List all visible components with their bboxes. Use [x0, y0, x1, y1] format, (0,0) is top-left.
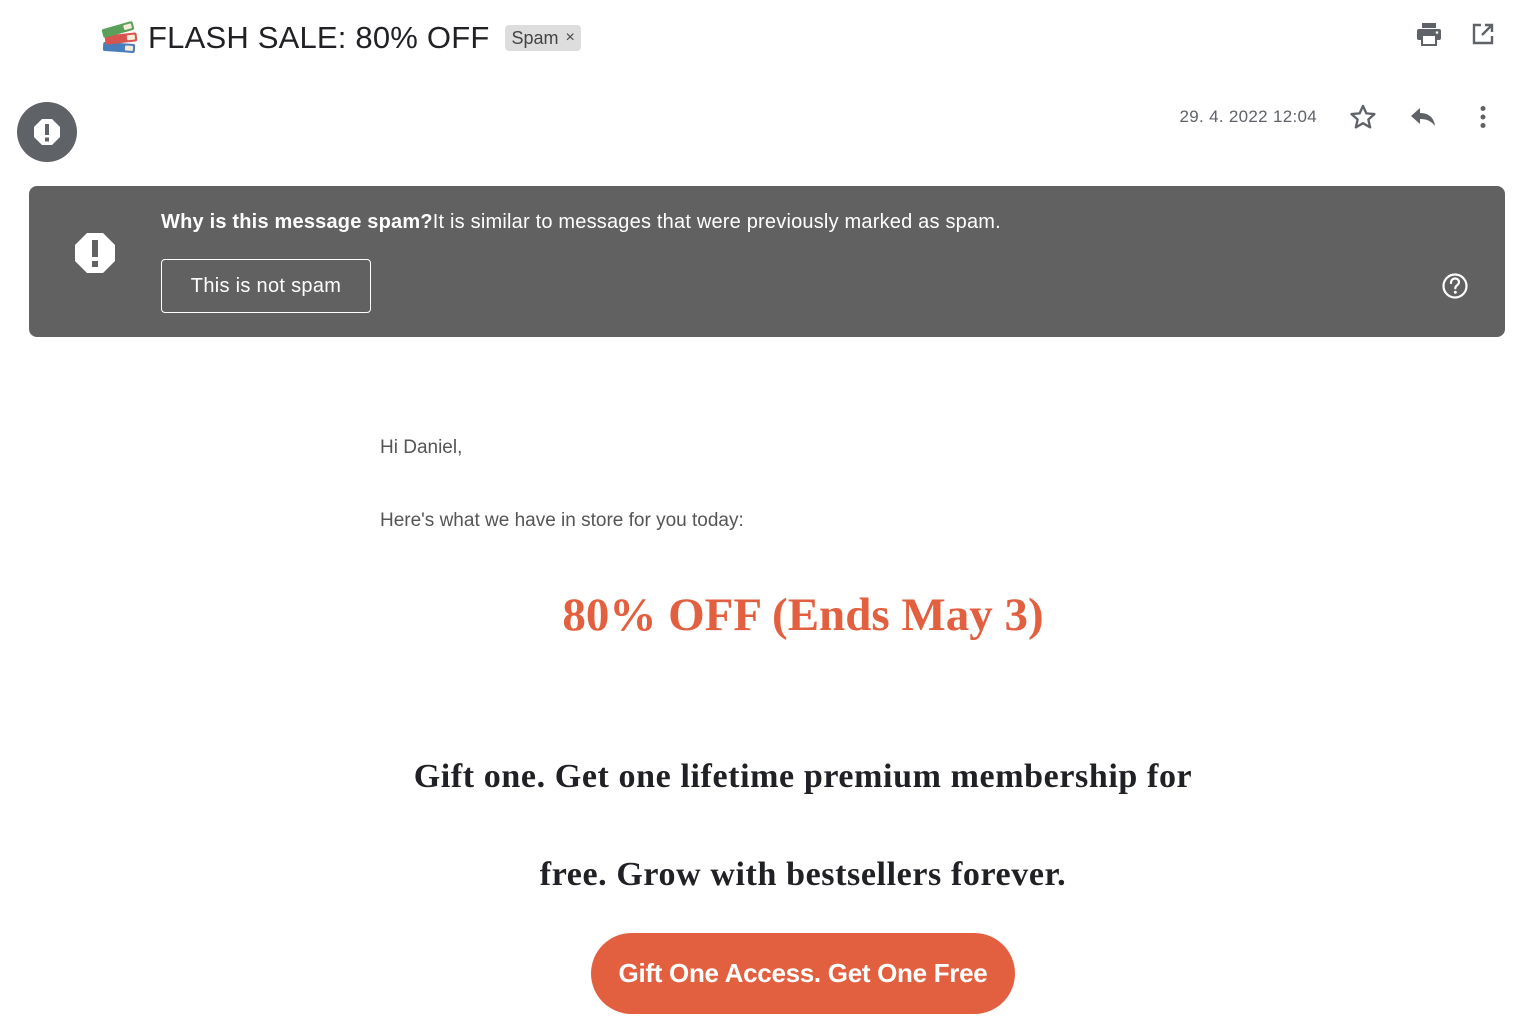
star-outline-icon[interactable]: [1349, 103, 1377, 131]
spam-warning-banner: Why is this message spam?It is similar t…: [29, 186, 1505, 337]
gift-access-button[interactable]: Gift One Access. Get One Free: [591, 933, 1015, 1014]
spam-label-chip[interactable]: Spam ×: [505, 25, 581, 51]
email-subject: FLASH SALE: 80% OFF: [148, 20, 490, 55]
open-in-new-icon[interactable]: [1469, 20, 1497, 48]
message-date: 29. 4. 2022 12:04: [1179, 107, 1317, 126]
promo-text: Gift one. Get one lifetime premium membe…: [413, 758, 1193, 893]
spam-reason: It is similar to messages that were prev…: [432, 211, 1001, 233]
email-intro: Here's what we have in store for you tod…: [380, 510, 744, 531]
email-greeting: Hi Daniel,: [380, 437, 463, 458]
books-icon: [100, 18, 140, 58]
remove-label-icon[interactable]: ×: [566, 29, 575, 47]
spam-question: Why is this message spam?: [161, 211, 433, 233]
spam-explanation: Why is this message spam?It is similar t…: [161, 211, 1001, 234]
sale-headline: 80% OFF (Ends May 3): [562, 589, 1044, 641]
spam-label-text: Spam: [511, 27, 559, 48]
subject-header: FLASH SALE: 80% OFF Spam ×: [100, 14, 581, 62]
not-spam-button[interactable]: This is not spam: [161, 259, 371, 313]
message-meta: 29. 4. 2022 12:04: [1180, 100, 1497, 134]
spam-alert-icon: [34, 119, 60, 145]
sender-avatar[interactable]: [17, 102, 77, 162]
print-icon[interactable]: [1415, 20, 1443, 48]
help-circle-icon[interactable]: [1441, 272, 1469, 305]
more-vertical-icon[interactable]: [1469, 103, 1497, 131]
reply-icon[interactable]: [1409, 103, 1437, 131]
spam-alert-icon: [73, 231, 117, 280]
thread-toolbar: [1415, 20, 1497, 48]
